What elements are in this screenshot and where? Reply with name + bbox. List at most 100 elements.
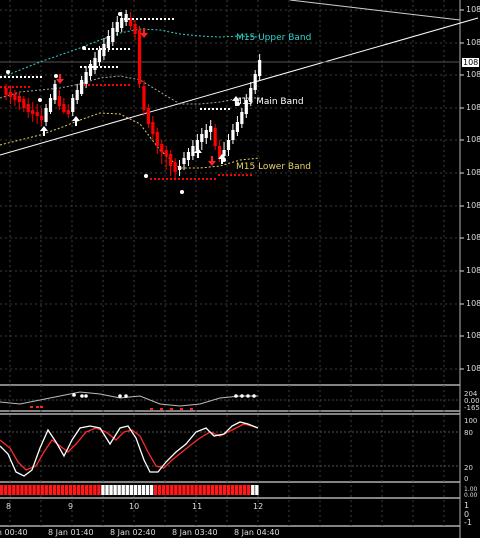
bull-candle [209,126,213,132]
trend-strip-cell [162,485,166,495]
bull-candle [182,158,186,164]
pivot-dot-icon [28,76,30,78]
upper-band-label: M15 Upper Band [236,33,312,43]
price-tick: 108 [466,364,480,373]
price-tick: 108 [466,201,480,210]
pivot-dot-icon [116,48,118,50]
pivot-dot-icon [224,108,226,110]
trend-strip-cell [145,485,150,495]
cci-line [0,391,258,407]
trend-strip-cell [243,485,247,495]
pivot-dot-icon [104,84,106,86]
marker-dot-icon [6,70,10,74]
price-tick: 108 [466,5,480,14]
trend-strip-cell [4,485,8,495]
cci-tick-neg165: -165 [464,404,480,412]
pivot-dot-icon [194,178,196,180]
pivot-dot-icon [210,178,212,180]
pivot-dot-icon [108,66,110,68]
pivot-dot-icon [246,174,248,176]
stochastic-pane [0,421,460,477]
pivot-dot-icon [206,178,208,180]
bear-candle [66,110,70,114]
up-arrow-icon [40,126,48,136]
pivot-dot-icon [40,76,42,78]
pivot-dot-icon [198,178,200,180]
main-band-label: M15 Main Band [234,97,304,107]
bottom-tick-1: 1 [464,501,470,510]
price-tick: 108 [466,70,480,79]
bear-candle [173,162,177,172]
pivot-dot-icon [160,18,162,20]
pivot-dot-icon [200,108,202,110]
chart-canvas[interactable] [0,0,480,538]
trend-strip-cell [109,485,113,495]
bull-candle [240,112,244,124]
pivot-dot-icon [208,108,210,110]
pivot-dot-icon [80,66,82,68]
grid [0,0,464,538]
pivot-dot-icon [108,48,110,50]
pivot-dot-icon [16,86,18,88]
cci-neg-dot-icon [190,408,193,410]
bull-candle [111,28,115,42]
pivot-dot-icon [104,48,106,50]
strip-tick-0: 0.00 [464,492,478,499]
bull-candle [84,72,88,84]
pivot-dot-icon [24,86,26,88]
trend-strip-cell [16,485,20,495]
cci-neg-dot-icon [40,406,43,408]
trend-strip-cell [125,485,129,495]
bull-candle [222,150,226,156]
pivot-dot-icon [12,86,14,88]
pivot-dot-icon [16,76,18,78]
bear-candle [62,104,66,112]
pivot-dot-icon [0,86,2,88]
trend-strip-cell [198,485,202,495]
bull-candle [75,90,79,100]
pivot-dot-icon [88,66,90,68]
pivot-dot-icon [148,18,150,20]
trend-strip-cell [72,485,77,495]
bear-candle [13,94,17,100]
trend-strip-cell [68,485,73,495]
pivot-dot-icon [20,86,22,88]
trend-strip-cell [8,485,12,495]
up-arrow-icon [194,148,202,158]
trend-strip-cell [56,485,61,495]
pivot-dot-icon [226,174,228,176]
trend-strip-cell [60,485,65,495]
trend-strip-cell [64,485,69,495]
pivot-dot-icon [172,18,174,20]
bull-candle [106,36,110,48]
pivot-dot-icon [32,76,34,78]
bear-candle [57,96,61,106]
pivot-dot-icon [120,84,122,86]
cci-neg-dot-icon [160,408,163,410]
pivot-dot-icon [84,66,86,68]
trend-strip-cell [153,485,158,495]
marker-dot-icon [38,98,42,102]
pivot-dot-icon [88,48,90,50]
pivot-dot-icon [128,48,130,50]
bear-candle [146,108,150,124]
pivot-dot-icon [128,18,130,20]
trend-strip-cell [174,485,178,495]
trend-strip-cell [117,485,121,495]
trend-strip-cell [133,485,138,495]
pivot-dot-icon [20,76,22,78]
pivot-dot-icon [128,84,130,86]
stoch-tick-100: 100 [464,417,478,425]
price-tick: 108 [466,168,480,177]
time-label-0240: 8 Jan 02:40 [110,528,156,537]
trend-strip-cell [24,485,28,495]
time-label-0140: 8 Jan 01:40 [48,528,94,537]
trend-strip-cell [226,485,231,495]
time-label-0440: 8 Jan 04:40 [234,528,280,537]
trend-strip-cell [85,485,89,495]
trend-strip-cell [36,485,40,495]
pivot-dot-icon [92,66,94,68]
cci-pos-dot-icon [234,394,238,398]
trend-strip-cell [20,485,24,495]
bull-candle [191,146,195,156]
